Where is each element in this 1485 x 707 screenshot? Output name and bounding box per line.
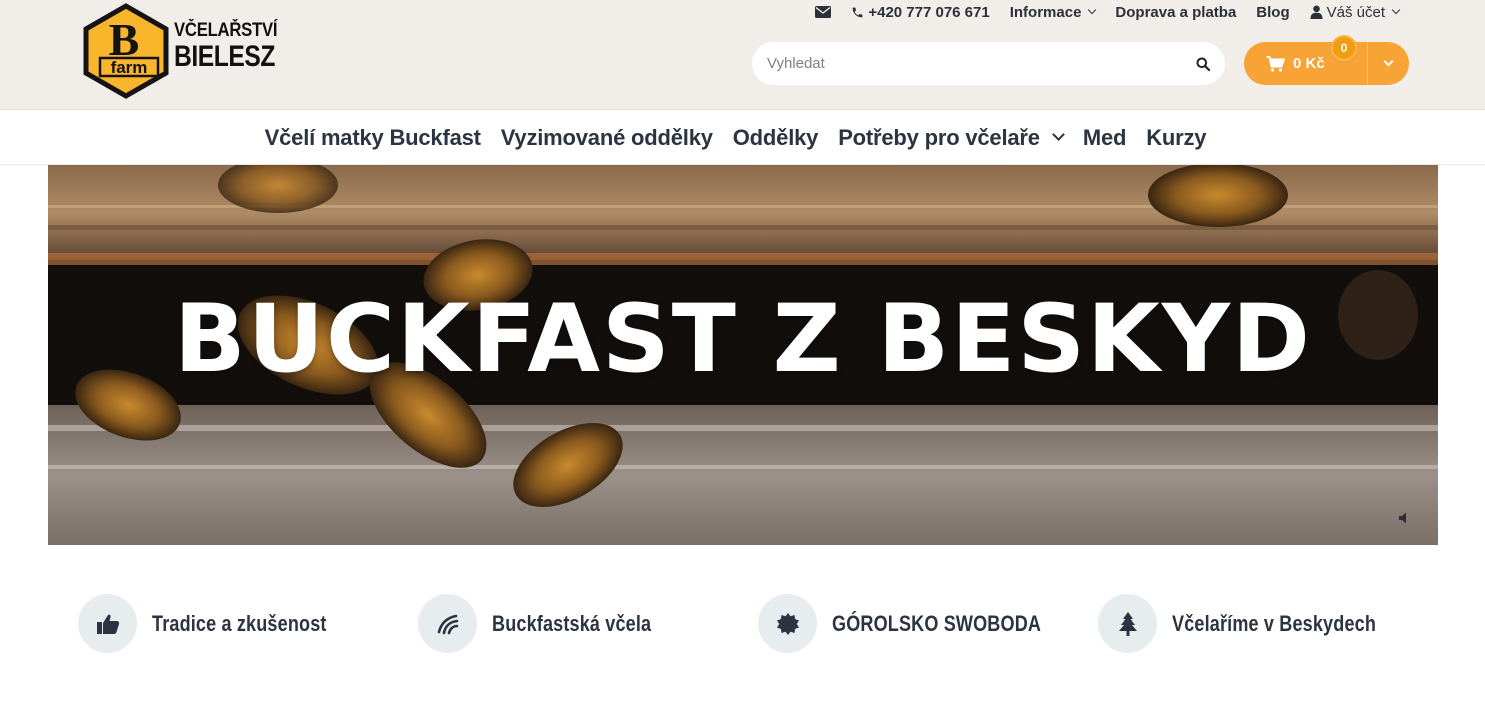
logo-hexagon-icon: B farm xyxy=(83,3,169,99)
search-button[interactable] xyxy=(1195,56,1211,72)
nav-item-label: Oddělky xyxy=(732,124,819,150)
hero-banner[interactable]: BUCKFAST Z BESKYD xyxy=(48,165,1438,545)
nav-item-vyzimovane-oddelky[interactable]: Vyzimované oddělky xyxy=(501,125,713,151)
nav-item-label: Potřeby pro včelaře xyxy=(838,124,1040,150)
nav-item-med[interactable]: Med xyxy=(1082,124,1127,151)
account-label: Váš účet xyxy=(1326,3,1385,21)
email-link[interactable] xyxy=(815,6,832,18)
search-input[interactable] xyxy=(767,55,1195,72)
cart-widget: 0 Kč 0 xyxy=(1244,35,1409,85)
top-links: +420 777 076 671 Informace Doprava a pla… xyxy=(815,0,1401,24)
blog-link[interactable]: Blog xyxy=(1256,4,1289,21)
blog-label: Blog xyxy=(1256,3,1290,21)
hero-title: BUCKFAST Z BESKYD xyxy=(174,285,1312,394)
search-bar xyxy=(752,42,1225,85)
feature-label: Tradice a zkušenost xyxy=(152,610,327,636)
nav-item-label: Včelí matky Buckfast xyxy=(264,124,481,150)
shopping-cart-icon xyxy=(1266,55,1285,72)
thumbs-up-icon xyxy=(96,614,119,634)
site-header: B farm VČELAŘSTVÍ BIELESZ +420 777 076 6… xyxy=(0,0,1485,110)
feature-icon-circle xyxy=(418,594,477,653)
search-icon xyxy=(1196,57,1210,71)
logo-wordmark: VČELAŘSTVÍ BIELESZ xyxy=(174,21,297,73)
main-navigation: Včelí matky Buckfast Vyzimované oddělky … xyxy=(0,111,1485,165)
feature-label: Včelaříme v Beskydech xyxy=(1172,610,1377,636)
features-row: Tradice a zkušenost Buckfastská včela GÓ… xyxy=(78,594,1438,654)
feature-label: Buckfastská včela xyxy=(492,610,652,636)
informace-menu[interactable]: Informace xyxy=(1009,3,1097,21)
cart-count-badge: 0 xyxy=(1331,35,1357,61)
feature-vcelarime-v-beskydech: Včelaříme v Beskydech xyxy=(1098,594,1421,653)
feature-tradice: Tradice a zkušenost xyxy=(78,594,365,653)
nav-item-oddelky[interactable]: Oddělky xyxy=(732,124,819,151)
nav-item-label: Med xyxy=(1082,124,1127,150)
feature-icon-circle xyxy=(78,594,137,653)
speaker-mute-icon[interactable] xyxy=(1398,511,1412,525)
feature-gorolsko-swoboda: GÓROLSKO SWOBODA xyxy=(758,594,1087,653)
chevron-down-icon xyxy=(1088,5,1097,15)
phone-number: +420 777 076 671 xyxy=(868,3,990,21)
svg-text:farm: farm xyxy=(111,58,148,77)
envelope-icon xyxy=(815,6,832,18)
nav-item-label: Kurzy xyxy=(1146,124,1207,150)
logo-line-1: VČELAŘSTVÍ xyxy=(174,20,278,41)
logo-line-2: BIELESZ xyxy=(174,40,276,73)
sun-seal-icon xyxy=(776,612,799,635)
feature-icon-circle xyxy=(758,594,817,653)
phone-link[interactable]: +420 777 076 671 xyxy=(851,3,990,21)
feature-buckfastska-vcela: Buckfastská včela xyxy=(418,594,686,653)
nav-item-potreby[interactable]: Potřeby pro včelaře xyxy=(838,124,1065,151)
doprava-link[interactable]: Doprava a platba xyxy=(1115,4,1236,21)
cart-total: 0 Kč xyxy=(1293,55,1325,72)
chevron-down-icon xyxy=(1391,5,1401,15)
nav-item-label: Vyzimované oddělky xyxy=(500,124,713,150)
chevron-down-icon xyxy=(1051,128,1065,141)
site-logo[interactable]: B farm VČELAŘSTVÍ BIELESZ xyxy=(78,3,283,99)
nav-item-vceli-matky[interactable]: Včelí matky Buckfast xyxy=(265,125,481,151)
wave-lines-icon xyxy=(437,614,458,634)
account-menu[interactable]: Váš účet xyxy=(1310,3,1401,21)
user-icon xyxy=(1310,5,1323,19)
nav-item-kurzy[interactable]: Kurzy xyxy=(1146,125,1206,151)
tree-icon xyxy=(1118,611,1137,636)
informace-label: Informace xyxy=(1009,3,1082,21)
feature-icon-circle xyxy=(1098,594,1157,653)
doprava-label: Doprava a platba xyxy=(1115,3,1237,21)
cart-dropdown-toggle[interactable] xyxy=(1368,42,1409,85)
chevron-down-icon xyxy=(1383,56,1394,67)
phone-icon xyxy=(852,7,863,17)
feature-label: GÓROLSKO SWOBODA xyxy=(832,610,1042,636)
